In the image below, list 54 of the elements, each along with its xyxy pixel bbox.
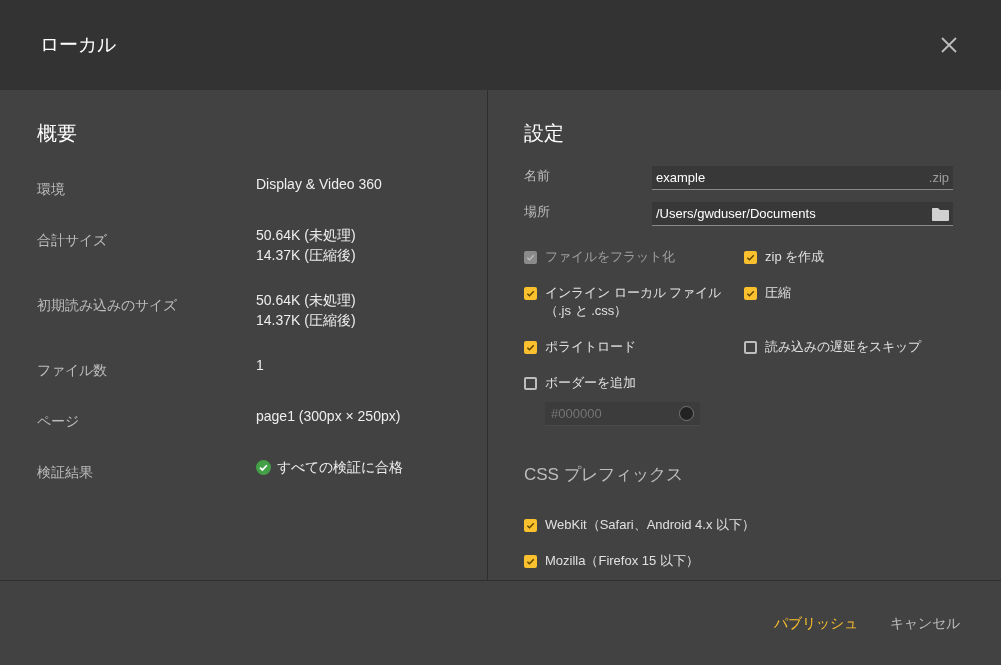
- option-label: ボーダーを追加: [545, 374, 636, 392]
- option-label: ファイルをフラット化: [545, 248, 675, 266]
- summary-value: Display & Video 360: [256, 175, 382, 194]
- section-heading: CSS プレフィックス: [524, 464, 684, 486]
- field-label: 場所: [524, 203, 551, 221]
- option-label: ポライトロード: [545, 338, 636, 356]
- location-field[interactable]: /Users/gwduser/Documents: [652, 202, 953, 226]
- field-value: example: [656, 168, 706, 187]
- checkbox[interactable]: [744, 341, 757, 354]
- checkmark-icon: [526, 343, 535, 352]
- summary-label: 環境: [37, 180, 66, 199]
- summary-label: 検証結果: [37, 463, 94, 482]
- checkmark-icon: [746, 289, 755, 298]
- option-label: Mozilla（Firefox 15 以下）: [545, 551, 699, 570]
- field-placeholder: #000000: [551, 404, 602, 423]
- summary-value: 14.37K (圧縮後): [256, 246, 356, 265]
- cancel-button[interactable]: キャンセル: [890, 612, 960, 634]
- checkbox[interactable]: [744, 287, 757, 300]
- checkmark-icon: [526, 556, 535, 566]
- option-label: 読み込みの遅延をスキップ: [765, 338, 921, 356]
- dialog-title: ローカル: [40, 32, 116, 57]
- checkmark-icon: [526, 520, 535, 530]
- checkmark-icon: [526, 289, 535, 298]
- option-label: WebKit（Safari、Android 4.x 以下）: [545, 515, 755, 534]
- checkbox[interactable]: [524, 554, 537, 568]
- section-heading: 設定: [524, 121, 565, 146]
- summary-value: 1: [256, 356, 264, 375]
- option-label: インライン ローカル ファイル（.js と .css）: [545, 284, 723, 320]
- summary-value: すべての検証に合格: [277, 458, 403, 477]
- summary-label: ファイル数: [37, 361, 108, 380]
- checkbox[interactable]: [744, 251, 757, 264]
- summary-label: 合計サイズ: [37, 231, 108, 250]
- checkbox[interactable]: [524, 341, 537, 354]
- checkmark-icon: [526, 253, 535, 262]
- option-label: zip を作成: [765, 248, 825, 266]
- publish-button[interactable]: パブリッシュ: [774, 612, 858, 634]
- field-suffix: .zip: [928, 168, 949, 187]
- checkbox[interactable]: [524, 518, 537, 532]
- field-value: /Users/gwduser/Documents: [656, 204, 816, 223]
- checkmark-icon: [746, 253, 755, 262]
- checkbox[interactable]: [524, 287, 537, 300]
- section-heading: 概要: [37, 121, 78, 146]
- summary-label: 初期読み込みのサイズ: [37, 296, 178, 315]
- field-label: 名前: [524, 167, 551, 185]
- option-label: 圧縮: [765, 284, 791, 302]
- name-field[interactable]: example .zip: [652, 166, 953, 190]
- summary-value: 50.64K (未処理): [256, 291, 356, 310]
- summary-value: 14.37K (圧縮後): [256, 311, 356, 330]
- folder-icon[interactable]: [932, 206, 949, 221]
- summary-label: ページ: [37, 412, 80, 431]
- checkbox[interactable]: [524, 377, 537, 390]
- summary-value: page1 (300px × 250px): [256, 407, 401, 426]
- close-icon[interactable]: [941, 37, 957, 53]
- summary-value: 50.64K (未処理): [256, 226, 356, 245]
